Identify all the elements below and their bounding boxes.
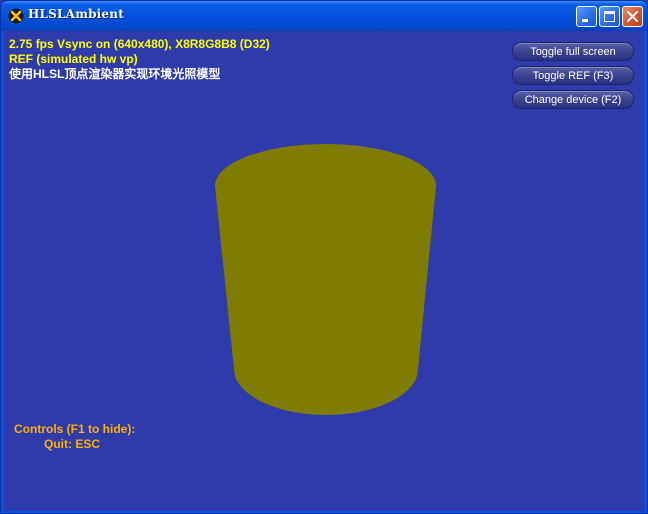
- stats-fps: 2.75 fps Vsync on (640x480), X8R8G8B8 (D…: [9, 37, 270, 51]
- stats-description: 使用HLSL顶点渲染器实现环境光照模型: [9, 67, 221, 81]
- app-window: HLSLAmbient 2.75 fps Vsync on (640x480),…: [0, 0, 648, 514]
- cylinder-mesh: [215, 144, 436, 415]
- minimize-icon: [582, 19, 588, 22]
- render-viewport[interactable]: 2.75 fps Vsync on (640x480), X8R8G8B8 (D…: [4, 31, 644, 511]
- change-device-button[interactable]: Change device (F2): [512, 90, 634, 109]
- title-bar[interactable]: HLSLAmbient: [1, 1, 647, 31]
- maximize-button[interactable]: [599, 6, 620, 27]
- stats-device: REF (simulated hw vp): [9, 52, 138, 66]
- controls-quit: Quit: ESC: [44, 437, 100, 451]
- directx-icon: [8, 8, 24, 24]
- close-button[interactable]: [622, 6, 643, 27]
- maximize-icon: [604, 11, 615, 22]
- minimize-button[interactable]: [576, 6, 597, 27]
- controls-heading: Controls (F1 to hide):: [14, 422, 136, 436]
- close-icon: [626, 10, 639, 23]
- toggle-ref-button[interactable]: Toggle REF (F3): [512, 66, 634, 85]
- toggle-full-screen-button[interactable]: Toggle full screen: [512, 42, 634, 61]
- window-title: HLSLAmbient: [28, 7, 124, 21]
